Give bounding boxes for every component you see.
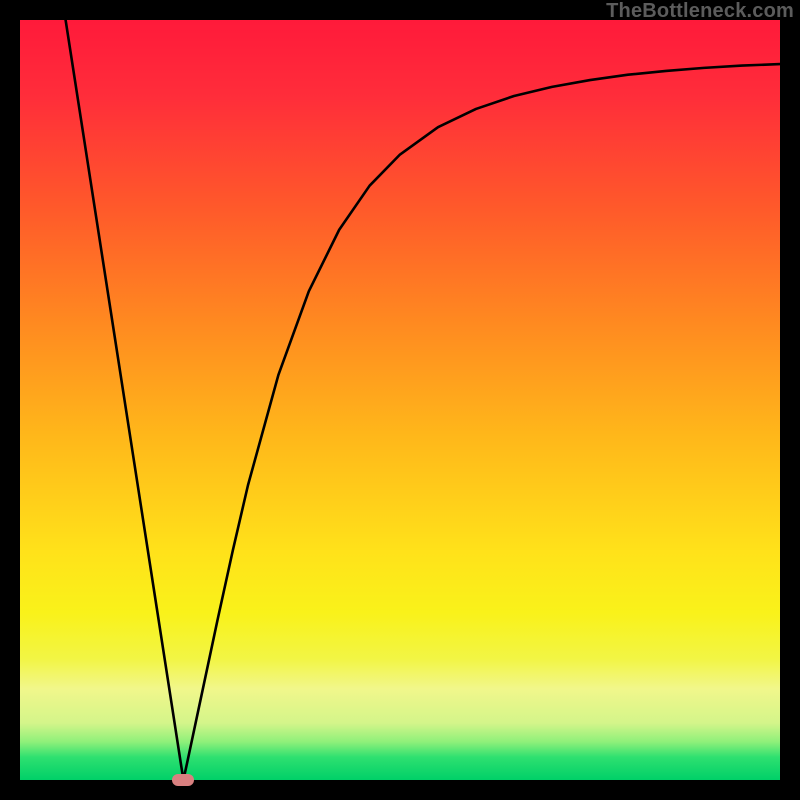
- data-curve: [66, 20, 780, 780]
- chart-frame: TheBottleneck.com: [0, 0, 800, 800]
- watermark-text: TheBottleneck.com: [606, 0, 794, 23]
- optimal-point-marker: [172, 774, 194, 786]
- curve-layer: [20, 20, 780, 780]
